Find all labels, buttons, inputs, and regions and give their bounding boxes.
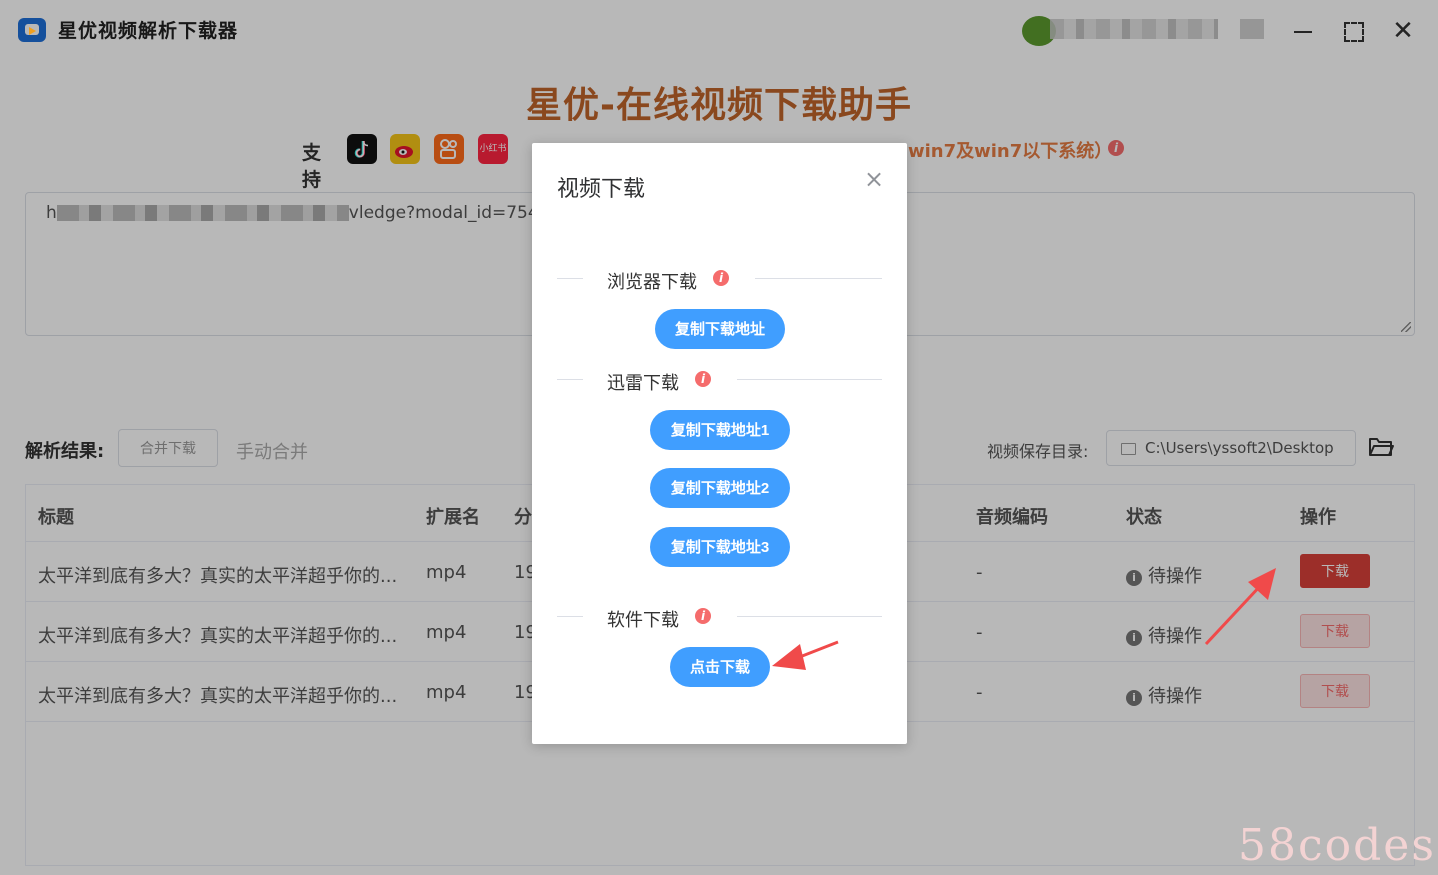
arrow-to-row-download [1204, 568, 1276, 646]
app-window: 星优视频解析下载器 ✕ 星优-在线视频下载助手 支持 小红书 win7及win7… [0, 0, 1438, 875]
arrow-to-click-download [772, 640, 839, 670]
annotation-arrows [772, 568, 1276, 670]
watermark: 58codes [1238, 820, 1436, 871]
